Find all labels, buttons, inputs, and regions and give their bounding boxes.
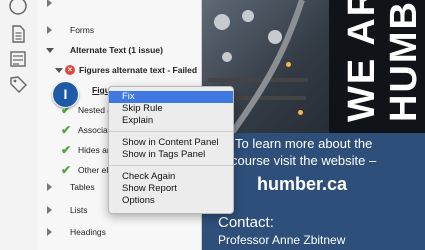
lists-label: Lists (70, 205, 88, 215)
tag-icon[interactable] (8, 74, 28, 94)
passed-check-icon: ✔ (61, 123, 72, 137)
website-link[interactable]: humber.ca (257, 174, 347, 195)
expand-icon[interactable] (47, 0, 52, 7)
menu-item-show-report[interactable]: Show Report (109, 183, 233, 195)
menu-item-show-in-tags-panel[interactable]: Show in Tags Panel (109, 149, 233, 161)
banner-text-line1: WE AR (341, 0, 383, 122)
figures-failed-label: Figures alternate text - Failed (79, 65, 198, 75)
document-page: WE AR HUMB To learn more about the cours… (202, 0, 425, 250)
banner-background: WE AR HUMB (329, 0, 425, 133)
menu-item-explain[interactable]: Explain (109, 115, 233, 127)
menu-item-skip-rule[interactable]: Skip Rule (109, 103, 233, 115)
tree-row-headings[interactable]: Headings (37, 223, 201, 241)
hides-label: Hides an (78, 145, 112, 155)
menu-separator (109, 165, 233, 166)
menu-item-show-in-content-panel[interactable]: Show in Content Panel (109, 137, 233, 149)
tool-rail (0, 0, 38, 250)
forms-label: Forms (70, 25, 95, 35)
nested-label: Nested a (78, 105, 113, 115)
clock-icon[interactable] (8, 0, 28, 16)
expand-icon[interactable] (47, 206, 52, 214)
page-icon[interactable] (8, 24, 28, 44)
tree-row-alternate-text[interactable]: Alternate Text (1 issue) (37, 41, 201, 59)
collapse-icon[interactable] (55, 68, 63, 73)
audio-mixer-photo: WE AR HUMB (202, 0, 425, 133)
expand-icon[interactable] (47, 26, 52, 34)
context-menu: Fix Skip Rule Explain Show in Content Pa… (108, 86, 234, 214)
associated-label: Associat (78, 125, 111, 135)
expand-icon[interactable] (47, 183, 52, 191)
learn-more-line2: course visit the website – (231, 153, 377, 168)
menu-item-options[interactable]: Options (109, 195, 233, 207)
failed-icon: × (65, 65, 75, 75)
collapse-icon[interactable] (46, 48, 54, 53)
focus-indicator-badge: I (52, 81, 79, 108)
menu-separator (109, 131, 233, 132)
tables-label: Tables (70, 182, 95, 192)
learn-more-line1: To learn more about the (235, 136, 373, 151)
alternate-text-label: Alternate Text (1 issue) (70, 45, 163, 55)
contact-name: Professor Anne Zbitnew (218, 233, 346, 247)
tree-row-figures-failed[interactable]: × Figures alternate text - Failed (37, 61, 201, 79)
contact-heading: Contact: (218, 214, 274, 231)
passed-check-icon: ✔ (61, 163, 72, 177)
compare-icon[interactable] (8, 49, 28, 69)
headings-label: Headings (70, 227, 106, 237)
expand-icon[interactable] (47, 228, 52, 236)
menu-item-fix[interactable]: Fix (109, 91, 233, 103)
menu-item-check-again[interactable]: Check Again (109, 171, 233, 183)
tree-row-forms[interactable]: Forms (37, 21, 201, 39)
banner-text-line2: HUMB (383, 0, 425, 122)
passed-check-icon: ✔ (61, 143, 72, 157)
